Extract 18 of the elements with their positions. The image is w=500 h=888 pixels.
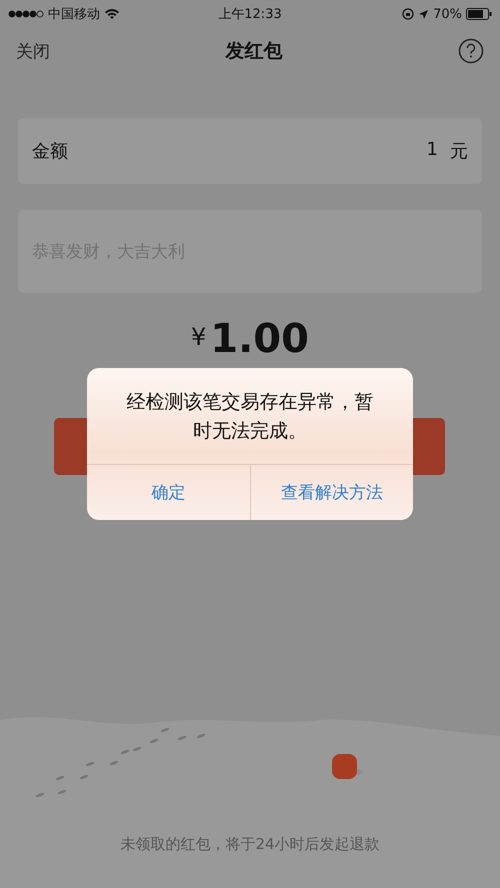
location-arrow-icon [418,8,430,20]
close-button[interactable]: 关闭 [16,40,50,62]
carrier-name: 中国移动 [48,6,100,23]
dialog-button[interactable]: 确定 [87,465,250,520]
battery-percent: 70% [433,6,462,22]
rotation-lock-icon [402,8,414,20]
page-title: 发红包 [226,39,282,64]
refund-note: 未领取的红包，将于24小时后发起退款 [119,835,381,854]
amount-field[interactable]: 金额 1 元 [18,118,482,184]
help-icon[interactable] [458,38,484,64]
currency-sign: ¥ [191,323,206,351]
clock: 上午12:33 [218,6,282,23]
dialog-button[interactable]: 查看解决方法 [250,465,413,520]
signal-icon [8,10,44,18]
wifi-icon [104,8,120,20]
total-amount: 1.00 [210,317,309,361]
battery-icon [466,8,492,20]
alert-message: 经检测该笔交易存在异常，暂时无法完成。 [87,368,413,465]
